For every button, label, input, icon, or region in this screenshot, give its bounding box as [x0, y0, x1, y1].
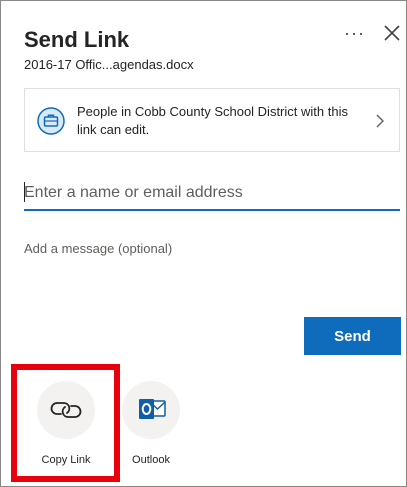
link-permission-text: People in Cobb County School District wi…	[77, 104, 348, 137]
more-options-icon[interactable]: ···	[344, 23, 365, 44]
recipient-input[interactable]	[24, 177, 400, 211]
message-input[interactable]	[24, 241, 400, 301]
copy-link-circle	[37, 381, 95, 439]
copy-link-button[interactable]: Copy Link	[31, 379, 101, 469]
outlook-circle	[122, 381, 180, 439]
link-icon	[50, 402, 82, 418]
outlook-share-button[interactable]: Outlook	[116, 379, 186, 469]
link-permissions-button[interactable]: People in Cobb County School District wi…	[24, 88, 400, 152]
send-link-dialog: Send Link 2016-17 Offic...agendas.docx ·…	[0, 0, 407, 487]
send-button[interactable]: Send	[304, 317, 401, 355]
briefcase-icon	[37, 107, 65, 135]
outlook-label: Outlook	[132, 454, 170, 466]
copy-link-label: Copy Link	[41, 454, 91, 466]
file-name: 2016-17 Offic...agendas.docx	[24, 57, 194, 72]
close-icon[interactable]	[382, 23, 402, 43]
dialog-title: Send Link	[24, 27, 130, 52]
chevron-right-icon	[376, 114, 384, 128]
outlook-icon	[139, 399, 166, 419]
text-cursor	[24, 182, 25, 202]
